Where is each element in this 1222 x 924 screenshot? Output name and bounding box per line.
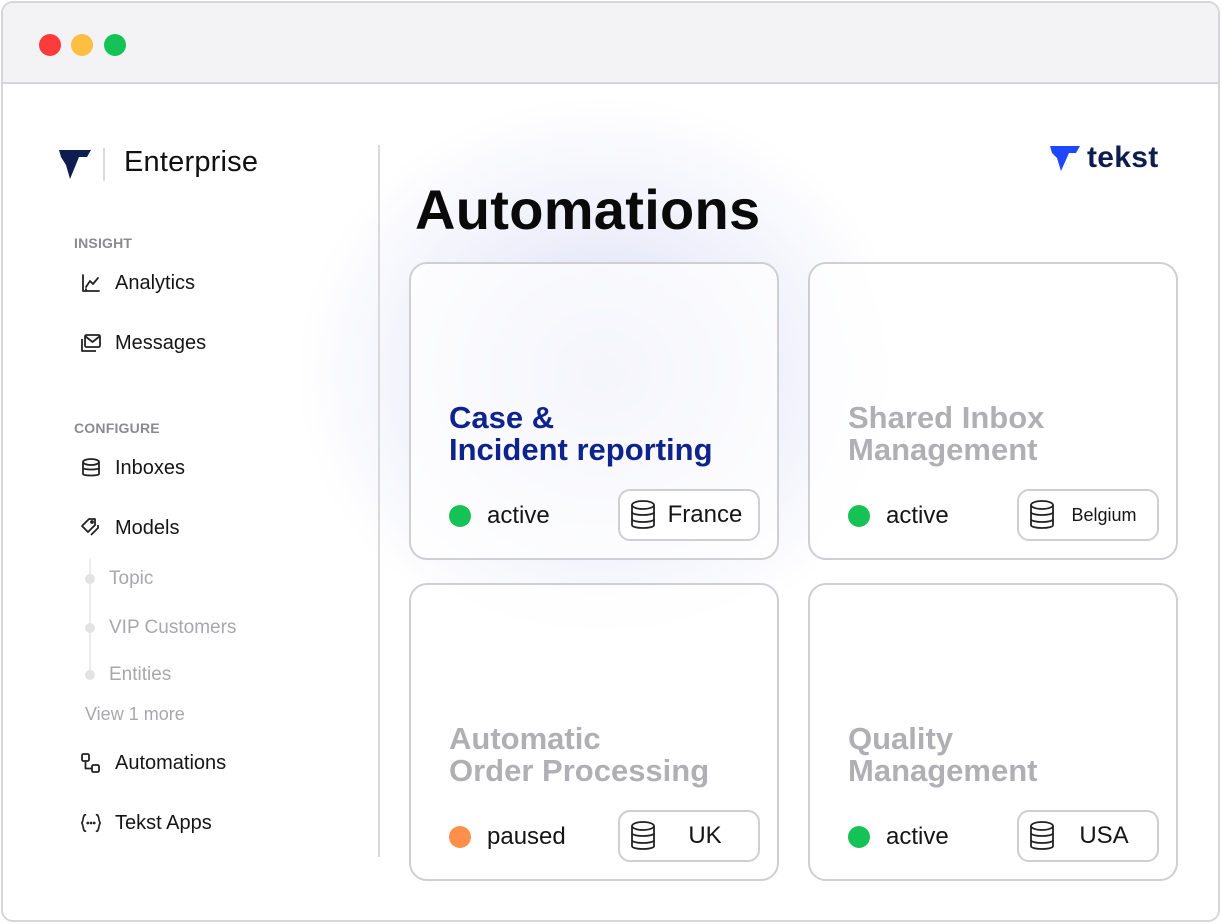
region-label: USA	[1079, 822, 1129, 849]
page-title: Automations	[415, 178, 761, 241]
status-text: paused	[487, 823, 566, 850]
status-dot-paused	[449, 826, 471, 848]
workflow-icon	[80, 752, 102, 774]
sidebar-item-label: Automations	[115, 751, 227, 774]
tekst-logo: tekst	[1049, 141, 1159, 175]
braces-icon	[80, 812, 102, 834]
tekst-logo-mark-icon	[1050, 146, 1080, 171]
sidebar-subitem-label: Topic	[109, 568, 154, 589]
sidebar-divider	[378, 145, 380, 857]
status-dot-active	[848, 826, 870, 848]
card-title: Automatic Order Processing	[449, 723, 769, 787]
sidebar-subitem-entities[interactable]: Entities	[85, 664, 171, 686]
database-icon	[1027, 498, 1057, 532]
card-title-line: Incident reporting	[449, 432, 713, 467]
maximize-window-button[interactable]	[104, 34, 126, 56]
status-indicator: active	[848, 502, 949, 530]
view-more-link[interactable]: View 1 more	[85, 704, 185, 725]
region-label: Belgium	[1071, 504, 1137, 525]
close-window-button[interactable]	[39, 34, 61, 56]
card-title: Shared Inbox Management	[848, 402, 1168, 466]
status-indicator: paused	[449, 823, 566, 851]
section-label-insight: INSIGHT	[74, 235, 133, 251]
tree-node-dot	[85, 574, 95, 584]
tree-node-dot	[85, 623, 95, 633]
status-text: active	[487, 502, 550, 529]
browser-window: Enterprise INSIGHT Analytics Messages CO…	[1, 1, 1220, 922]
region-label: UK	[688, 822, 722, 849]
status-indicator: active	[449, 502, 550, 530]
sidebar-item-messages[interactable]: Messages	[80, 328, 206, 358]
card-title-line: Automatic	[449, 721, 601, 756]
card-title-line: Case &	[449, 400, 555, 435]
automation-card-quality-management[interactable]: Quality Management active USA	[808, 583, 1178, 881]
sidebar-item-analytics[interactable]: Analytics	[80, 268, 195, 298]
status-dot-active	[848, 505, 870, 527]
region-badge[interactable]: Belgium	[1017, 489, 1159, 541]
sidebar-subitem-topic[interactable]: Topic	[85, 568, 153, 590]
minimize-window-button[interactable]	[71, 34, 93, 56]
sidebar-item-models[interactable]: Models	[80, 513, 179, 543]
card-title-line: Shared Inbox	[848, 400, 1045, 435]
region-label: France	[667, 501, 743, 528]
status-text: active	[886, 823, 949, 850]
sidebar-item-label: Messages	[115, 331, 207, 354]
tekst-logo-icon	[59, 150, 91, 179]
workspace-name: Enterprise	[124, 146, 259, 178]
tags-icon	[80, 517, 102, 539]
automation-card-shared-inbox[interactable]: Shared Inbox Management active Belgium	[808, 262, 1178, 560]
card-title-line: Management	[848, 432, 1038, 467]
sidebar-item-inboxes[interactable]: Inboxes	[80, 453, 185, 483]
region-badge[interactable]: USA	[1017, 810, 1159, 862]
database-icon	[1027, 819, 1057, 853]
card-title: Quality Management	[848, 723, 1168, 787]
card-title-line: Order Processing	[449, 753, 710, 788]
sidebar-subitem-label: Entities	[109, 664, 172, 685]
status-text: active	[886, 502, 949, 529]
database-icon	[628, 498, 658, 532]
sidebar-item-automations[interactable]: Automations	[80, 748, 226, 778]
card-title-line: Management	[848, 753, 1038, 788]
automation-card-order-processing[interactable]: Automatic Order Processing paused UK	[409, 583, 779, 881]
chart-icon	[80, 272, 102, 294]
sidebar-item-label: Models	[115, 516, 180, 539]
sidebar-subitem-label: VIP Customers	[109, 617, 237, 638]
region-badge[interactable]: France	[618, 489, 760, 541]
database-icon	[80, 457, 102, 479]
brand-divider	[103, 148, 105, 181]
database-icon	[628, 819, 658, 853]
sidebar-item-label: Inboxes	[115, 456, 186, 479]
region-badge[interactable]: UK	[618, 810, 760, 862]
automation-card-case-incident[interactable]: Case & Incident reporting active France	[409, 262, 779, 560]
logo-wordmark: tekst	[1087, 141, 1159, 174]
sidebar-subitem-vip-customers[interactable]: VIP Customers	[85, 617, 236, 639]
messages-icon	[80, 332, 102, 354]
sidebar-item-label: Tekst Apps	[115, 811, 212, 834]
sidebar-item-tekst-apps[interactable]: Tekst Apps	[80, 808, 212, 838]
tree-node-dot	[85, 670, 95, 680]
section-label-configure: CONFIGURE	[74, 420, 160, 436]
card-title-line: Quality	[848, 721, 954, 756]
sidebar-item-label: Analytics	[115, 271, 196, 294]
status-indicator: active	[848, 823, 949, 851]
window-titlebar	[3, 3, 1218, 84]
status-dot-active	[449, 505, 471, 527]
card-title: Case & Incident reporting	[449, 402, 769, 466]
